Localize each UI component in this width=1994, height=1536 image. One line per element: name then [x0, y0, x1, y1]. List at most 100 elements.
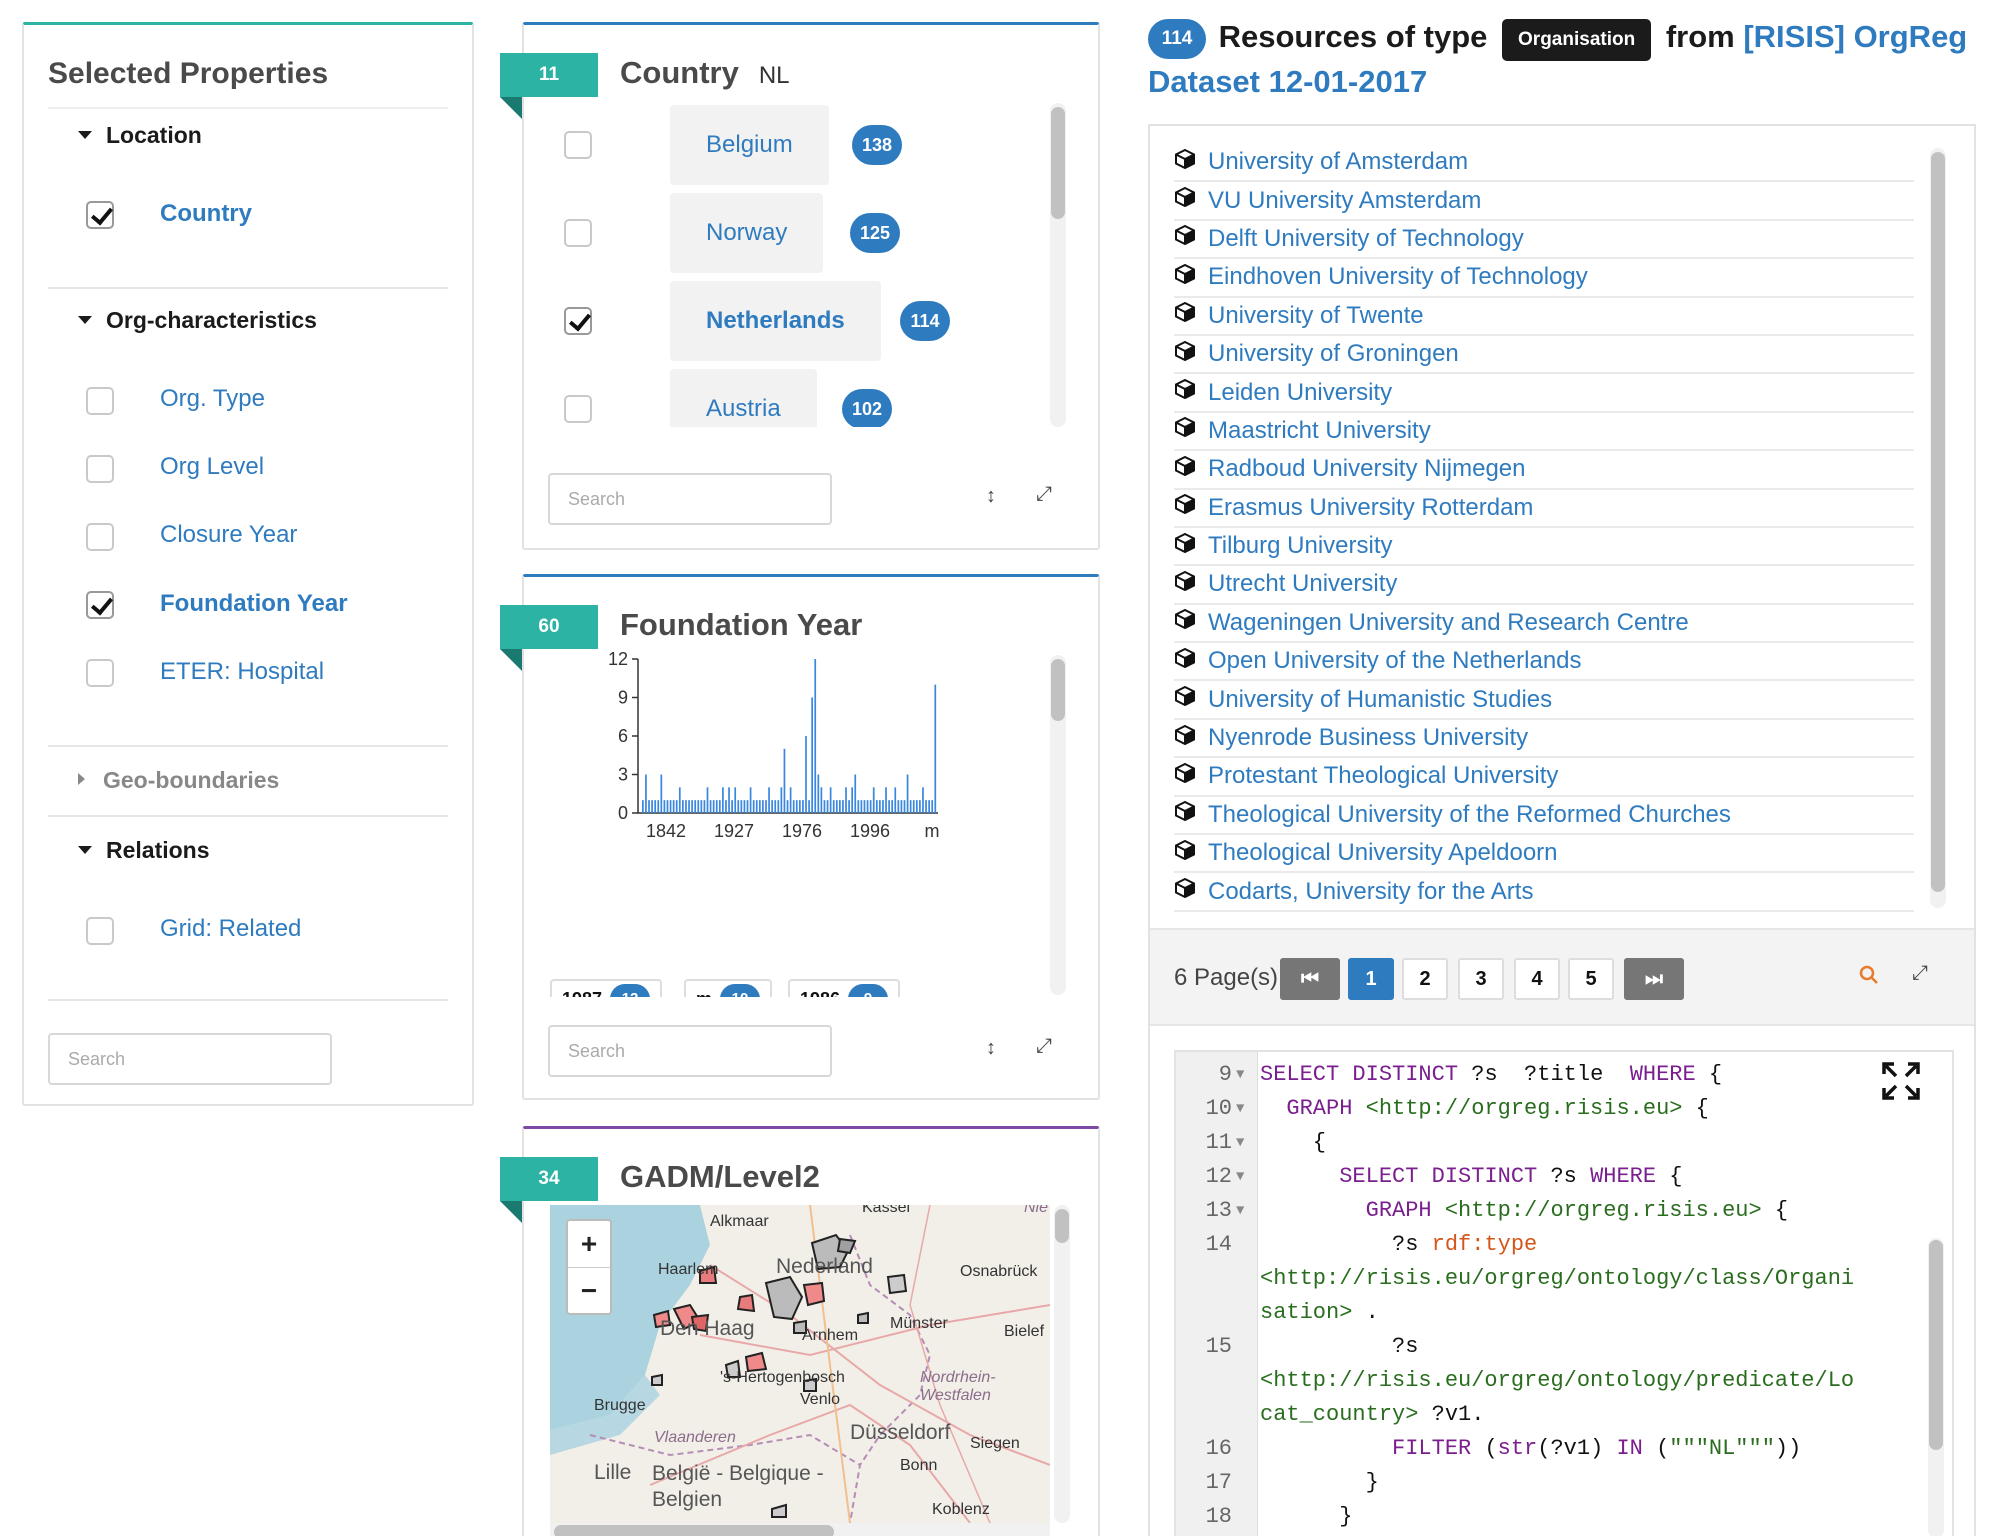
result-item[interactable]: University of Amsterdam: [1174, 144, 1914, 183]
first-page-button[interactable]: ⏮: [1280, 958, 1340, 1000]
property-org-type[interactable]: Org. Type: [160, 385, 265, 413]
expand-icon[interactable]: ⤢: [1912, 962, 1928, 985]
property-foundation-year[interactable]: Foundation Year: [160, 590, 348, 618]
histogram-bar: [789, 787, 792, 813]
checkbox-norway[interactable]: [564, 219, 592, 247]
histogram-bar: [774, 800, 777, 813]
result-item[interactable]: Radboud University Nijmegen: [1174, 451, 1914, 490]
facet-chip-1987[interactable]: 198712: [550, 979, 663, 997]
count-badge: 9: [848, 984, 889, 997]
result-item[interactable]: Theological University Apeldoorn: [1174, 835, 1914, 874]
cube-icon: [1174, 301, 1196, 330]
code-text: <http://risis.eu/orgreg/ontology/class/O…: [1260, 1266, 1855, 1291]
checkbox-foundation-year[interactable]: [86, 591, 114, 619]
histogram-bar: [823, 800, 826, 813]
zoom-out-button[interactable]: −: [568, 1267, 610, 1313]
expand-icon[interactable]: ⤢: [1036, 483, 1052, 506]
property-eter-hospital[interactable]: ETER: Hospital: [160, 658, 324, 686]
property-closure-year[interactable]: Closure Year: [160, 521, 297, 549]
group-relations-toggle[interactable]: Relations: [78, 837, 210, 864]
page-button-1[interactable]: 1: [1348, 958, 1394, 1000]
last-page-button[interactable]: ⏭: [1624, 958, 1684, 1000]
result-item[interactable]: Protestant Theological University: [1174, 758, 1914, 797]
result-item[interactable]: Codarts, University for the Arts: [1174, 873, 1914, 912]
fold-arrow-icon[interactable]: ▼: [1236, 1058, 1244, 1092]
vertical-scrollbar[interactable]: [1928, 1238, 1944, 1536]
group-geo-boundaries-toggle[interactable]: Geo-boundaries: [78, 767, 279, 794]
facet-search-input[interactable]: Search: [548, 1025, 832, 1077]
code-line: 18 }: [1176, 1500, 1952, 1534]
facet-value-belgium[interactable]: Belgium: [670, 105, 829, 185]
vertical-scrollbar[interactable]: [1054, 1205, 1070, 1523]
y-tick-label: 9: [618, 688, 628, 708]
result-item[interactable]: Nyenrode Business University: [1174, 720, 1914, 759]
result-title: Nyenrode Business University: [1208, 724, 1529, 752]
cube-icon: [1174, 685, 1196, 714]
page-button-5[interactable]: 5: [1568, 958, 1614, 1000]
page-button-2[interactable]: 2: [1402, 958, 1448, 1000]
map-view[interactable]: Alkmaar Haarlem Nederland Osnabrück Den …: [550, 1205, 1050, 1523]
checkbox-country[interactable]: [86, 201, 114, 229]
fold-arrow-icon[interactable]: ▼: [1236, 1194, 1244, 1228]
facet-chip-m[interactable]: m10: [684, 979, 773, 997]
page-button-4[interactable]: 4: [1514, 958, 1560, 1000]
property-org-level[interactable]: Org Level: [160, 453, 264, 481]
histogram-bar: [912, 800, 915, 813]
facet-search-input[interactable]: Search: [548, 473, 832, 525]
result-item[interactable]: Open University of the Netherlands: [1174, 643, 1914, 682]
facet-value-austria[interactable]: Austria: [670, 369, 817, 427]
group-location-toggle[interactable]: Location: [78, 122, 202, 149]
result-item[interactable]: Leiden University: [1174, 374, 1914, 413]
checkbox-austria[interactable]: [564, 395, 592, 423]
vertical-scrollbar[interactable]: [1930, 148, 1946, 908]
result-item[interactable]: University of Twente: [1174, 298, 1914, 336]
resize-vertical-icon[interactable]: ↕: [986, 1037, 996, 1060]
property-country[interactable]: Country: [160, 200, 252, 228]
checkbox-netherlands[interactable]: [564, 307, 592, 335]
result-item[interactable]: Delft University of Technology: [1174, 221, 1914, 260]
checkbox-org-type[interactable]: [86, 387, 114, 415]
property-grid-related[interactable]: Grid: Related: [160, 915, 301, 943]
histogram-bar: [875, 800, 878, 813]
result-item[interactable]: Theological University of the Reformed C…: [1174, 797, 1914, 836]
x-tick-label: 1996: [850, 821, 890, 841]
result-item[interactable]: VU University Amsterdam: [1174, 182, 1914, 221]
fold-arrow-icon[interactable]: ▼: [1236, 1126, 1244, 1160]
zoom-in-button[interactable]: +: [568, 1221, 610, 1267]
facet-chip-1986[interactable]: 19869: [788, 979, 901, 997]
fold-arrow-icon[interactable]: ▼: [1236, 1092, 1244, 1126]
histogram-bar: [771, 800, 773, 813]
facet-value-norway[interactable]: Norway: [670, 193, 824, 273]
expand-icon[interactable]: ⤢: [1036, 1035, 1052, 1058]
facet-value-netherlands[interactable]: Netherlands: [670, 281, 881, 361]
fold-arrow-icon[interactable]: ▼: [1236, 1160, 1244, 1194]
result-item[interactable]: Wageningen University and Research Centr…: [1174, 605, 1914, 644]
sparql-query-editor[interactable]: 9 ▼ SELECT DISTINCT ?s ?title WHERE {10 ▼ G…: [1174, 1050, 1954, 1536]
result-item[interactable]: Utrecht University: [1174, 566, 1914, 605]
resize-vertical-icon[interactable]: ↕: [986, 485, 996, 508]
horizontal-scrollbar[interactable]: [550, 1523, 1050, 1536]
histogram-bar: [872, 787, 875, 813]
checkbox-belgium[interactable]: [564, 131, 592, 159]
group-org-characteristics-toggle[interactable]: Org-characteristics: [78, 307, 317, 334]
fullscreen-icon[interactable]: [1882, 1062, 1920, 1107]
result-title: Open University of the Netherlands: [1208, 647, 1582, 675]
property-search-input[interactable]: Search: [48, 1033, 332, 1085]
result-item[interactable]: Tilburg University: [1174, 528, 1914, 567]
caret-down-icon: [78, 131, 92, 139]
map-label: Bonn: [900, 1457, 938, 1474]
histogram-bar: [808, 800, 810, 813]
result-item[interactable]: University of Groningen: [1174, 336, 1914, 375]
checkbox-closure-year[interactable]: [86, 523, 114, 551]
checkbox-org-level[interactable]: [86, 455, 114, 483]
result-item[interactable]: Eindhoven University of Technology: [1174, 259, 1914, 298]
facet-title: GADM/Level2: [620, 1159, 820, 1194]
checkbox-eter-hospital[interactable]: [86, 659, 114, 687]
checkbox-grid-related[interactable]: [86, 917, 114, 945]
result-item[interactable]: Maastricht University: [1174, 413, 1914, 452]
page-button-3[interactable]: 3: [1458, 958, 1504, 1000]
vertical-scrollbar[interactable]: [1050, 103, 1066, 427]
result-item[interactable]: University of Humanistic Studies: [1174, 681, 1914, 720]
result-item[interactable]: Erasmus University Rotterdam: [1174, 490, 1914, 528]
search-icon[interactable]: [1858, 964, 1880, 992]
